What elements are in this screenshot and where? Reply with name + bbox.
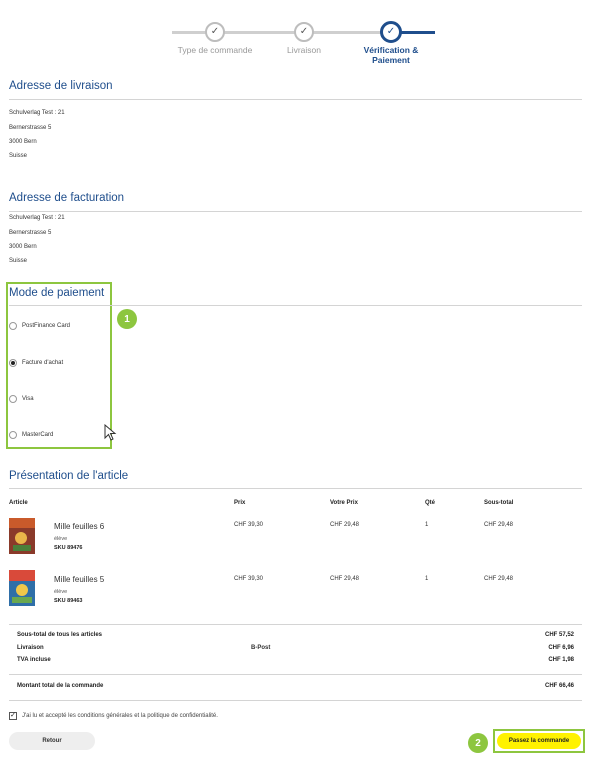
place-order-highlight: Passez la commande: [493, 729, 585, 753]
radio-mastercard[interactable]: [9, 431, 17, 439]
billing-address-title: Adresse de facturation: [9, 192, 125, 204]
step-badge-2: 2: [468, 733, 488, 753]
step-3-circle: ✓: [380, 21, 402, 43]
summary-shipping-label: Livraison: [17, 645, 44, 651]
product-qty: 1: [425, 576, 429, 582]
step-3-label-line1: Vérification &: [363, 45, 419, 55]
divider: [9, 211, 582, 212]
step-1-circle[interactable]: ✓: [205, 22, 225, 42]
product-sku: SKU 89476: [54, 545, 83, 551]
divider: [9, 305, 582, 306]
summary-total-value: CHF 66,46: [544, 683, 574, 689]
place-order-button[interactable]: Passez la commande: [497, 733, 581, 749]
product-name[interactable]: Mille feuilles 6: [54, 522, 104, 531]
billing-address-line: Suisse: [9, 258, 28, 264]
billing-address-line: 3000 Bern: [9, 244, 37, 250]
radio-postfinance-card[interactable]: [9, 322, 17, 330]
shipping-address-title: Adresse de livraison: [9, 80, 113, 92]
checkout-stepper: ✓ Type de commande ✓ Livraison ✓ Vérific…: [0, 18, 600, 68]
radio-facture-achat[interactable]: [9, 359, 17, 367]
radio-label-postfinance-card[interactable]: PostFinance Card: [22, 323, 70, 329]
payment-method-title: Mode de paiement: [9, 287, 105, 299]
product-subtitle: élève: [54, 536, 68, 542]
stepper-track: [304, 31, 390, 34]
product-price: CHF 39,30: [234, 522, 264, 528]
step-3-label: Vérification & Paiement: [346, 45, 436, 65]
radio-label-facture-achat[interactable]: Facture d'achat: [22, 360, 63, 366]
check-icon: ✓: [299, 26, 309, 37]
check-icon: ✓: [386, 26, 396, 37]
terms-checkbox[interactable]: ✓: [9, 712, 17, 720]
stepper-track: [172, 31, 304, 34]
shipping-address-line: Suisse: [9, 153, 28, 159]
product-qty: 1: [425, 522, 429, 528]
book-cover-image[interactable]: [9, 570, 35, 606]
divider: [9, 624, 582, 625]
billing-address-line: Bernerstrasse 5: [9, 230, 52, 236]
summary-subtotal-value: CHF 57,52: [544, 632, 574, 638]
product-your-price: CHF 29,48: [330, 576, 360, 582]
radio-label-visa[interactable]: Visa: [22, 396, 34, 402]
summary-vat-value: CHF 1,98: [548, 657, 574, 663]
col-header-your-price: Votre Prix: [330, 500, 358, 506]
product-name[interactable]: Mille feuilles 5: [54, 575, 104, 584]
step-badge-1: 1: [117, 309, 137, 329]
divider: [9, 700, 582, 701]
divider: [9, 674, 582, 675]
product-price: CHF 39,30: [234, 576, 264, 582]
step-3-label-line2: Paiement: [372, 55, 410, 65]
summary-subtotal-label: Sous-total de tous les articles: [17, 632, 103, 638]
radio-visa[interactable]: [9, 395, 17, 403]
divider: [9, 99, 582, 100]
col-header-price: Prix: [234, 500, 246, 506]
summary-shipping-value: CHF 6,96: [548, 645, 574, 651]
article-overview-title: Présentation de l'article: [9, 470, 129, 482]
product-your-price: CHF 29,48: [330, 522, 360, 528]
step-2-circle[interactable]: ✓: [294, 22, 314, 42]
product-subtotal: CHF 29,48: [484, 522, 514, 528]
shipping-address-line: Schulverlag Test : 21: [9, 110, 65, 116]
check-icon: ✓: [210, 26, 220, 37]
shipping-address-line: 3000 Bern: [9, 139, 37, 145]
book-cover-image[interactable]: [9, 518, 35, 554]
mouse-cursor-icon: [104, 424, 117, 441]
radio-label-mastercard[interactable]: MasterCard: [22, 432, 53, 438]
back-button[interactable]: Retour: [9, 732, 95, 750]
step-2-label[interactable]: Livraison: [264, 45, 344, 55]
product-subtitle: élève: [54, 589, 68, 595]
billing-address-line: Schulverlag Test : 21: [9, 215, 65, 221]
step-1-label[interactable]: Type de commande: [170, 45, 260, 55]
col-header-subtotal: Sous-total: [484, 500, 514, 506]
product-sku: SKU 89463: [54, 598, 83, 604]
summary-total-label: Montant total de la commande: [17, 683, 104, 689]
divider: [9, 488, 582, 489]
summary-vat-label: TVA incluse: [17, 657, 51, 663]
summary-shipping-method: B-Post: [251, 645, 271, 651]
terms-label[interactable]: J'ai lu et accepté les conditions généra…: [22, 713, 218, 719]
shipping-address-line: Bernerstrasse 5: [9, 125, 52, 131]
product-subtotal: CHF 29,48: [484, 576, 514, 582]
col-header-article: Article: [9, 500, 28, 506]
col-header-qty: Qté: [425, 500, 436, 506]
